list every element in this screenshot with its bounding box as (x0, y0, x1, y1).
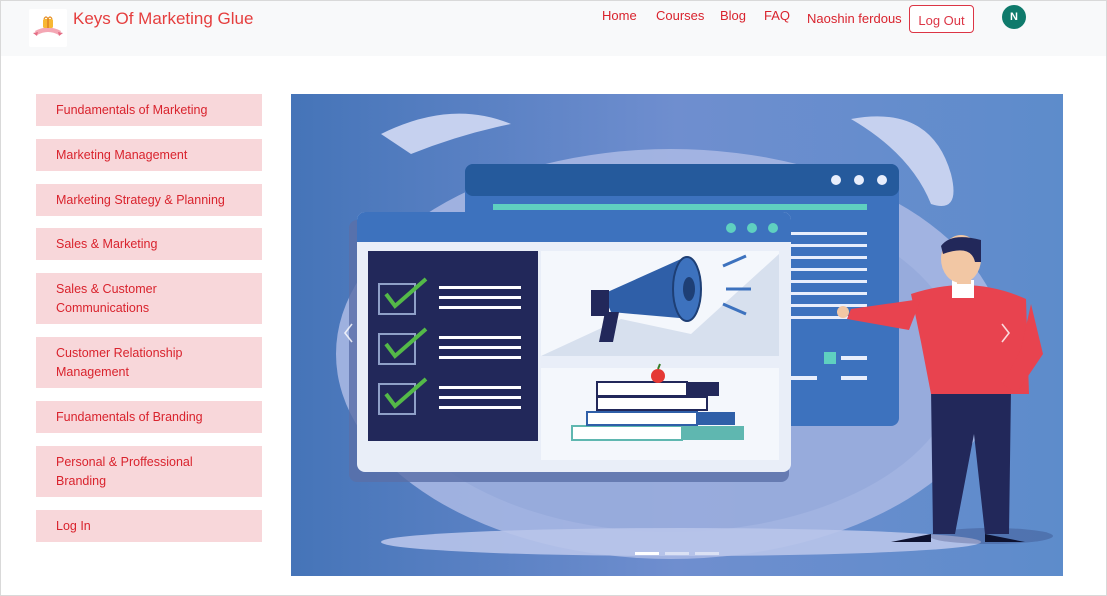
sidebar-item-marketing-strategy-planning[interactable]: Marketing Strategy & Planning (36, 184, 262, 216)
hero-carousel (291, 94, 1063, 576)
marketing-presentation-illustration (291, 94, 1063, 576)
nav-link-blog[interactable]: Blog (720, 8, 746, 23)
nav-link-courses[interactable]: Courses (656, 8, 704, 23)
nav-link-home[interactable]: Home (602, 8, 637, 23)
carousel-indicator-1[interactable] (635, 552, 659, 555)
logout-button[interactable]: Log Out (909, 5, 974, 33)
sidebar-item-customer-relationship-management[interactable]: Customer Relationship Management (36, 337, 262, 388)
carousel-indicators (635, 552, 719, 556)
sidebar-item-personal-professional-branding[interactable]: Personal & Proffessional Branding (36, 446, 262, 497)
brand-name[interactable]: Keys Of Marketing Glue (73, 9, 253, 29)
user-name: Naoshin ferdous (807, 11, 902, 26)
sidebar-item-marketing-management[interactable]: Marketing Management (36, 139, 262, 171)
chevron-left-icon[interactable] (341, 318, 355, 348)
nav-link-faq[interactable]: FAQ (764, 8, 790, 23)
chevron-right-icon[interactable] (999, 318, 1013, 348)
navbar: Keys Of Marketing Glue Home Courses Blog… (1, 1, 1106, 56)
sidebar-item-log-in[interactable]: Log In (36, 510, 262, 542)
avatar[interactable]: N (1002, 5, 1026, 29)
carousel-indicator-3[interactable] (695, 552, 719, 555)
sidebar-item-fundamentals-of-marketing[interactable]: Fundamentals of Marketing (36, 94, 262, 126)
carousel-indicator-2[interactable] (665, 552, 689, 555)
gift-ribbon-icon[interactable] (29, 9, 67, 47)
sidebar-item-sales-customer-communications[interactable]: Sales & Customer Communications (36, 273, 262, 324)
sidebar-item-fundamentals-of-branding[interactable]: Fundamentals of Branding (36, 401, 262, 433)
sidebar-item-sales-marketing[interactable]: Sales & Marketing (36, 228, 262, 260)
